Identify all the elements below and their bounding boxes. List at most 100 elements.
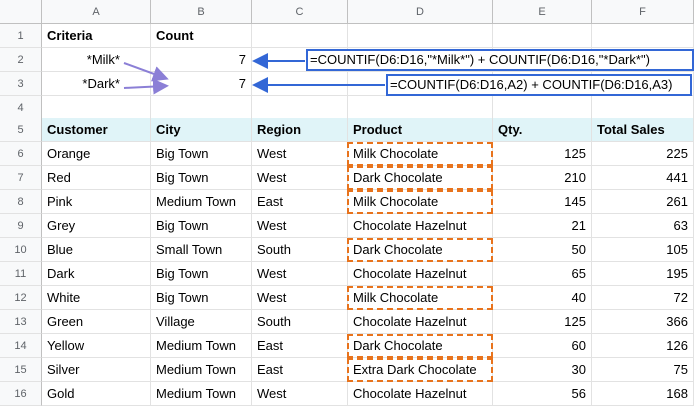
cell-a4[interactable] bbox=[42, 96, 151, 120]
product-cell[interactable]: Dark Chocolate bbox=[348, 334, 493, 358]
qty-cell[interactable]: 21 bbox=[493, 214, 592, 238]
total-sales-cell[interactable]: 105 bbox=[592, 238, 694, 262]
row-header[interactable]: 3 bbox=[0, 72, 42, 96]
region-cell[interactable]: West bbox=[252, 214, 348, 238]
total-sales-cell[interactable]: 225 bbox=[592, 142, 694, 166]
cell-f4[interactable] bbox=[592, 96, 694, 120]
region-cell[interactable]: East bbox=[252, 190, 348, 214]
total-sales-cell[interactable]: 366 bbox=[592, 310, 694, 334]
customer-cell[interactable]: Blue bbox=[42, 238, 151, 262]
total-sales-cell[interactable]: 75 bbox=[592, 358, 694, 382]
cell-d4[interactable] bbox=[348, 96, 493, 120]
qty-cell[interactable]: 50 bbox=[493, 238, 592, 262]
row-header[interactable]: 11 bbox=[0, 262, 42, 286]
city-cell[interactable]: Big Town bbox=[151, 214, 252, 238]
city-cell[interactable]: Medium Town bbox=[151, 358, 252, 382]
customer-cell[interactable]: Orange bbox=[42, 142, 151, 166]
cell-a2[interactable]: *Milk* bbox=[42, 48, 151, 72]
qty-cell[interactable]: 30 bbox=[493, 358, 592, 382]
column-header-d[interactable]: D bbox=[348, 0, 493, 24]
city-cell[interactable]: Big Town bbox=[151, 166, 252, 190]
total-sales-cell[interactable]: 441 bbox=[592, 166, 694, 190]
customer-cell[interactable]: Silver bbox=[42, 358, 151, 382]
cell-e5[interactable]: Qty. bbox=[493, 118, 592, 142]
region-cell[interactable]: West bbox=[252, 262, 348, 286]
customer-cell[interactable]: Grey bbox=[42, 214, 151, 238]
cell-d5[interactable]: Product bbox=[348, 118, 493, 142]
product-cell[interactable]: Milk Chocolate bbox=[348, 142, 493, 166]
region-cell[interactable]: South bbox=[252, 238, 348, 262]
column-header-b[interactable]: B bbox=[151, 0, 252, 24]
region-cell[interactable]: West bbox=[252, 286, 348, 310]
customer-cell[interactable]: White bbox=[42, 286, 151, 310]
cell-e1[interactable] bbox=[493, 24, 592, 48]
row-header[interactable]: 4 bbox=[0, 96, 42, 120]
customer-cell[interactable]: Pink bbox=[42, 190, 151, 214]
row-header[interactable]: 13 bbox=[0, 310, 42, 334]
column-header-a[interactable]: A bbox=[42, 0, 151, 24]
row-header[interactable]: 7 bbox=[0, 166, 42, 190]
cell-d1[interactable] bbox=[348, 24, 493, 48]
cell-a1[interactable]: Criteria bbox=[42, 24, 151, 48]
qty-cell[interactable]: 56 bbox=[493, 382, 592, 406]
qty-cell[interactable]: 210 bbox=[493, 166, 592, 190]
cell-a3[interactable]: *Dark* bbox=[42, 72, 151, 96]
region-cell[interactable]: East bbox=[252, 358, 348, 382]
product-cell[interactable]: Chocolate Hazelnut bbox=[348, 310, 493, 334]
city-cell[interactable]: Village bbox=[151, 310, 252, 334]
column-header-e[interactable]: E bbox=[493, 0, 592, 24]
region-cell[interactable]: West bbox=[252, 382, 348, 406]
total-sales-cell[interactable]: 195 bbox=[592, 262, 694, 286]
customer-cell[interactable]: Red bbox=[42, 166, 151, 190]
product-cell[interactable]: Chocolate Hazelnut bbox=[348, 214, 493, 238]
city-cell[interactable]: Big Town bbox=[151, 286, 252, 310]
cell-b1[interactable]: Count bbox=[151, 24, 252, 48]
city-cell[interactable]: Small Town bbox=[151, 238, 252, 262]
total-sales-cell[interactable]: 126 bbox=[592, 334, 694, 358]
cell-b2[interactable]: 7 bbox=[151, 48, 252, 72]
row-header[interactable]: 8 bbox=[0, 190, 42, 214]
row-header[interactable]: 15 bbox=[0, 358, 42, 382]
product-cell[interactable]: Chocolate Hazelnut bbox=[348, 262, 493, 286]
qty-cell[interactable]: 65 bbox=[493, 262, 592, 286]
qty-cell[interactable]: 60 bbox=[493, 334, 592, 358]
cell-b3[interactable]: 7 bbox=[151, 72, 252, 96]
cell-b5[interactable]: City bbox=[151, 118, 252, 142]
qty-cell[interactable]: 125 bbox=[493, 310, 592, 334]
row-header[interactable]: 1 bbox=[0, 24, 42, 48]
product-cell[interactable]: Dark Chocolate bbox=[348, 238, 493, 262]
qty-cell[interactable]: 145 bbox=[493, 190, 592, 214]
customer-cell[interactable]: Gold bbox=[42, 382, 151, 406]
row-header[interactable]: 10 bbox=[0, 238, 42, 262]
qty-cell[interactable]: 40 bbox=[493, 286, 592, 310]
cell-c3[interactable] bbox=[252, 72, 348, 96]
column-header-c[interactable]: C bbox=[252, 0, 348, 24]
city-cell[interactable]: Medium Town bbox=[151, 190, 252, 214]
row-header[interactable]: 5 bbox=[0, 118, 42, 142]
city-cell[interactable]: Medium Town bbox=[151, 382, 252, 406]
row-header[interactable]: 2 bbox=[0, 48, 42, 72]
total-sales-cell[interactable]: 63 bbox=[592, 214, 694, 238]
cell-b4[interactable] bbox=[151, 96, 252, 120]
product-cell[interactable]: Milk Chocolate bbox=[348, 286, 493, 310]
city-cell[interactable]: Medium Town bbox=[151, 334, 252, 358]
cell-f5[interactable]: Total Sales bbox=[592, 118, 694, 142]
city-cell[interactable]: Big Town bbox=[151, 262, 252, 286]
total-sales-cell[interactable]: 72 bbox=[592, 286, 694, 310]
row-header[interactable]: 12 bbox=[0, 286, 42, 310]
customer-cell[interactable]: Green bbox=[42, 310, 151, 334]
cell-c4[interactable] bbox=[252, 96, 348, 120]
region-cell[interactable]: South bbox=[252, 310, 348, 334]
cell-a5[interactable]: Customer bbox=[42, 118, 151, 142]
row-header[interactable]: 16 bbox=[0, 382, 42, 406]
row-header[interactable]: 14 bbox=[0, 334, 42, 358]
product-cell[interactable]: Chocolate Hazelnut bbox=[348, 382, 493, 406]
cell-f1[interactable] bbox=[592, 24, 694, 48]
city-cell[interactable]: Big Town bbox=[151, 142, 252, 166]
region-cell[interactable]: West bbox=[252, 142, 348, 166]
customer-cell[interactable]: Dark bbox=[42, 262, 151, 286]
customer-cell[interactable]: Yellow bbox=[42, 334, 151, 358]
product-cell[interactable]: Dark Chocolate bbox=[348, 166, 493, 190]
select-all-corner[interactable] bbox=[0, 0, 42, 24]
total-sales-cell[interactable]: 168 bbox=[592, 382, 694, 406]
